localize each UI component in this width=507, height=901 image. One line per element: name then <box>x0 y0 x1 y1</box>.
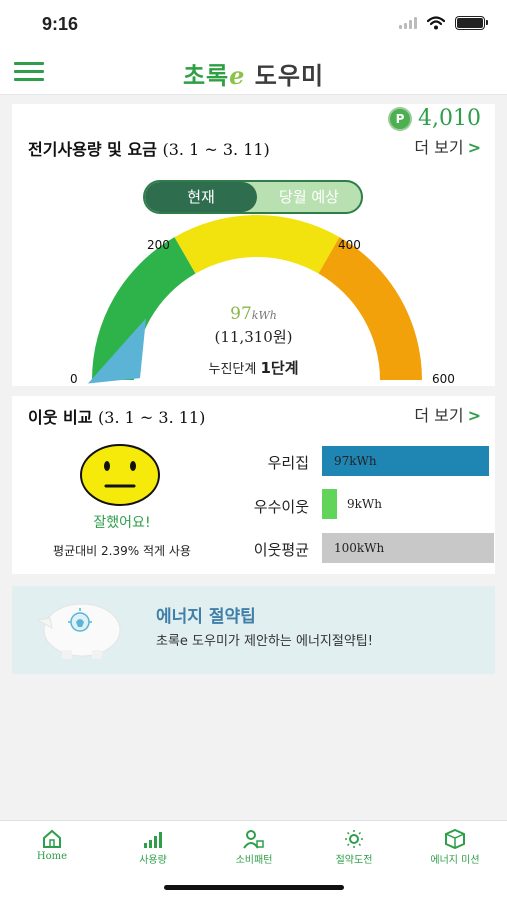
cellular-signal-icon <box>399 17 417 29</box>
logo-text-gray: 도우미 <box>254 62 325 90</box>
gauge-segment-yellow <box>174 214 340 274</box>
usage-card: P 4,010 전기사용량 및 요금 (3. 1 ~ 3. 11) 더 보기 > … <box>12 104 495 386</box>
cmp-label-best: 우수이웃 <box>253 498 309 516</box>
tab-home[interactable]: Home <box>12 829 92 862</box>
battery-icon <box>455 16 488 30</box>
app-header: 초록e 도우미 <box>0 50 507 95</box>
tab-usage[interactable]: 사용량 <box>113 829 193 866</box>
usage-won: (11,310원) <box>214 328 293 346</box>
bar-chart-icon <box>144 832 162 848</box>
stage-value: 1단계 <box>260 359 299 377</box>
gauge-tick-200: 200 <box>147 238 170 252</box>
status-icons <box>399 16 488 30</box>
usage-kwh-value: 97 <box>230 304 252 324</box>
cmp-label-average: 이웃평균 <box>253 541 309 559</box>
logo-text-green: 초록 <box>182 62 230 90</box>
person-pattern-icon <box>243 830 264 849</box>
tab-usage-label: 사용량 <box>139 855 167 866</box>
neighbor-more-label: 더 보기 <box>414 406 464 425</box>
cube-mission-icon <box>445 829 465 849</box>
cmp-bar-best <box>322 489 337 519</box>
piggy-bank-icon <box>36 603 121 659</box>
cmp-value-average: 100kWh <box>334 541 385 555</box>
tab-challenge-label: 절약도전 <box>335 855 373 866</box>
usage-kwh: 97kWh <box>12 304 495 324</box>
usage-stage: 누진단계 1단계 <box>12 357 495 378</box>
tab-pattern-label: 소비패턴 <box>235 855 273 866</box>
neighbor-title: 이웃 비교 (3. 1 ~ 3. 11) <box>28 404 205 428</box>
tip-title: 에너지 절약팁 <box>156 607 256 627</box>
chevron-right-icon: > <box>467 406 481 425</box>
stage-label: 누진단계 <box>208 362 257 377</box>
status-bar: 9:16 <box>0 0 507 50</box>
tab-challenge[interactable]: 절약도전 <box>314 829 394 866</box>
usage-kwh-unit: kWh <box>251 309 277 322</box>
logo-text-e: e <box>229 61 246 90</box>
wifi-icon <box>427 16 445 30</box>
status-time: 9:16 <box>42 14 79 34</box>
tab-mission-label: 에너지 미션 <box>430 855 480 866</box>
good-job-text: 잘했어요! <box>93 515 151 531</box>
neighbor-title-text: 이웃 비교 <box>28 408 93 427</box>
average-compare-text: 평균대비 2.39% 적게 사용 <box>53 544 191 558</box>
neighbor-card: 이웃 비교 (3. 1 ~ 3. 11) 더 보기 > 잘했어요! 평균대비 2.… <box>12 396 495 574</box>
energy-tip-banner[interactable]: 에너지 절약팁 초록e 도우미가 제안하는 에너지절약팁! <box>12 586 495 674</box>
neighbor-more-link[interactable]: 더 보기 > <box>414 402 481 426</box>
home-icon <box>43 829 61 848</box>
app-logo: 초록e 도우미 <box>0 56 507 91</box>
tip-subtitle: 초록e 도우미가 제안하는 에너지절약팁! <box>156 634 373 649</box>
sun-icon <box>345 830 363 848</box>
gauge-tick-400: 400 <box>338 238 361 252</box>
tab-pattern[interactable]: 소비패턴 <box>214 829 294 866</box>
home-indicator[interactable] <box>164 885 344 890</box>
cmp-value-home: 97kWh <box>334 454 377 468</box>
neutral-face-icon <box>80 444 160 506</box>
neighbor-range: (3. 1 ~ 3. 11) <box>98 408 206 427</box>
tab-home-label: Home <box>36 851 68 862</box>
cmp-value-best: 9kWh <box>347 497 382 511</box>
cmp-label-home: 우리집 <box>267 454 309 472</box>
tab-mission[interactable]: 에너지 미션 <box>415 829 495 866</box>
